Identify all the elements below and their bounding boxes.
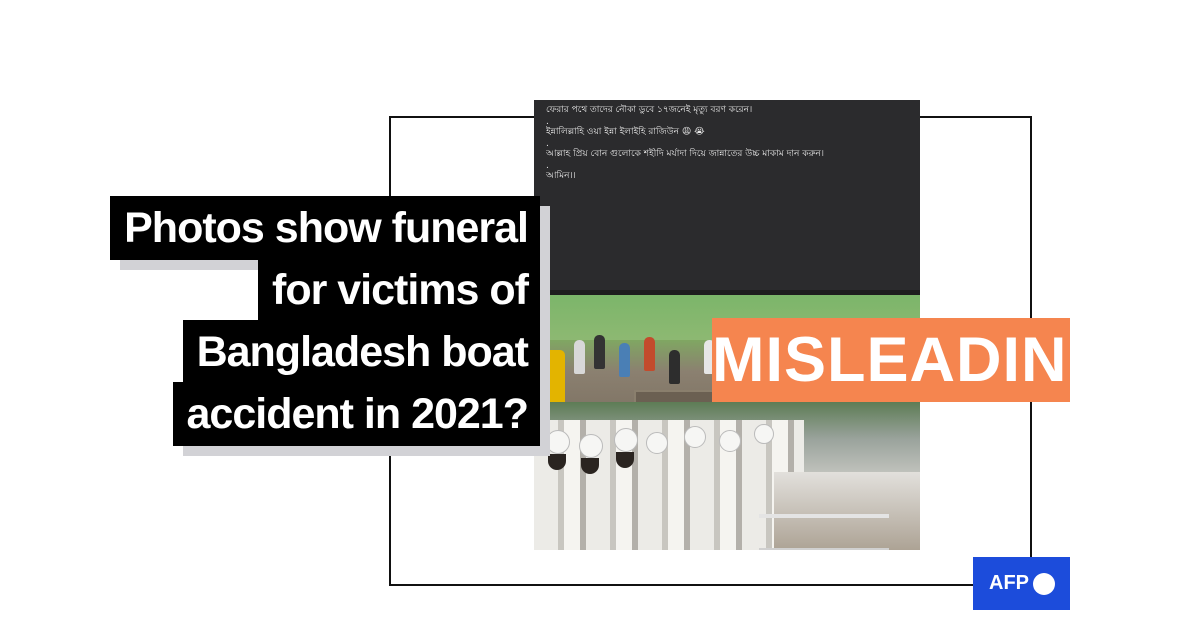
post-line: . bbox=[546, 117, 549, 126]
post-line: আল্লাহ প্রিয় বোন গুলোকে শহীদি মর্যাদা দ… bbox=[546, 149, 825, 159]
photo-funeral-prayer-scene bbox=[534, 402, 920, 550]
headline-line: Photos show funeral bbox=[110, 196, 540, 260]
post-line: . bbox=[546, 161, 549, 170]
afp-logo-text: AFP bbox=[989, 572, 1029, 594]
post-line: . bbox=[546, 139, 549, 148]
headline-line: for victims of bbox=[258, 258, 540, 322]
post-line: আমিন।। bbox=[546, 171, 576, 181]
afp-logo: AFP bbox=[973, 557, 1070, 610]
headline: Photos show funeral for victims of Bangl… bbox=[110, 196, 540, 446]
post-line: ফেরার পথে তাদের নৌকা ডুবে ১৭জনেই মৃত্যু … bbox=[546, 105, 753, 115]
afp-logo-dot-icon bbox=[1033, 573, 1055, 595]
headline-line: Bangladesh boat bbox=[182, 320, 540, 384]
headline-line: accident in 2021? bbox=[172, 382, 540, 446]
verdict-label: MISLEADING bbox=[712, 318, 1117, 402]
post-caption: ফেরার পথে তাদের নৌকা ডুবে ১৭জনেই মৃত্যু … bbox=[534, 100, 920, 290]
post-line: ইন্নালিল্লাহি ওয়া ইন্না ইলাইহি রাজিউন 😩… bbox=[546, 127, 705, 137]
